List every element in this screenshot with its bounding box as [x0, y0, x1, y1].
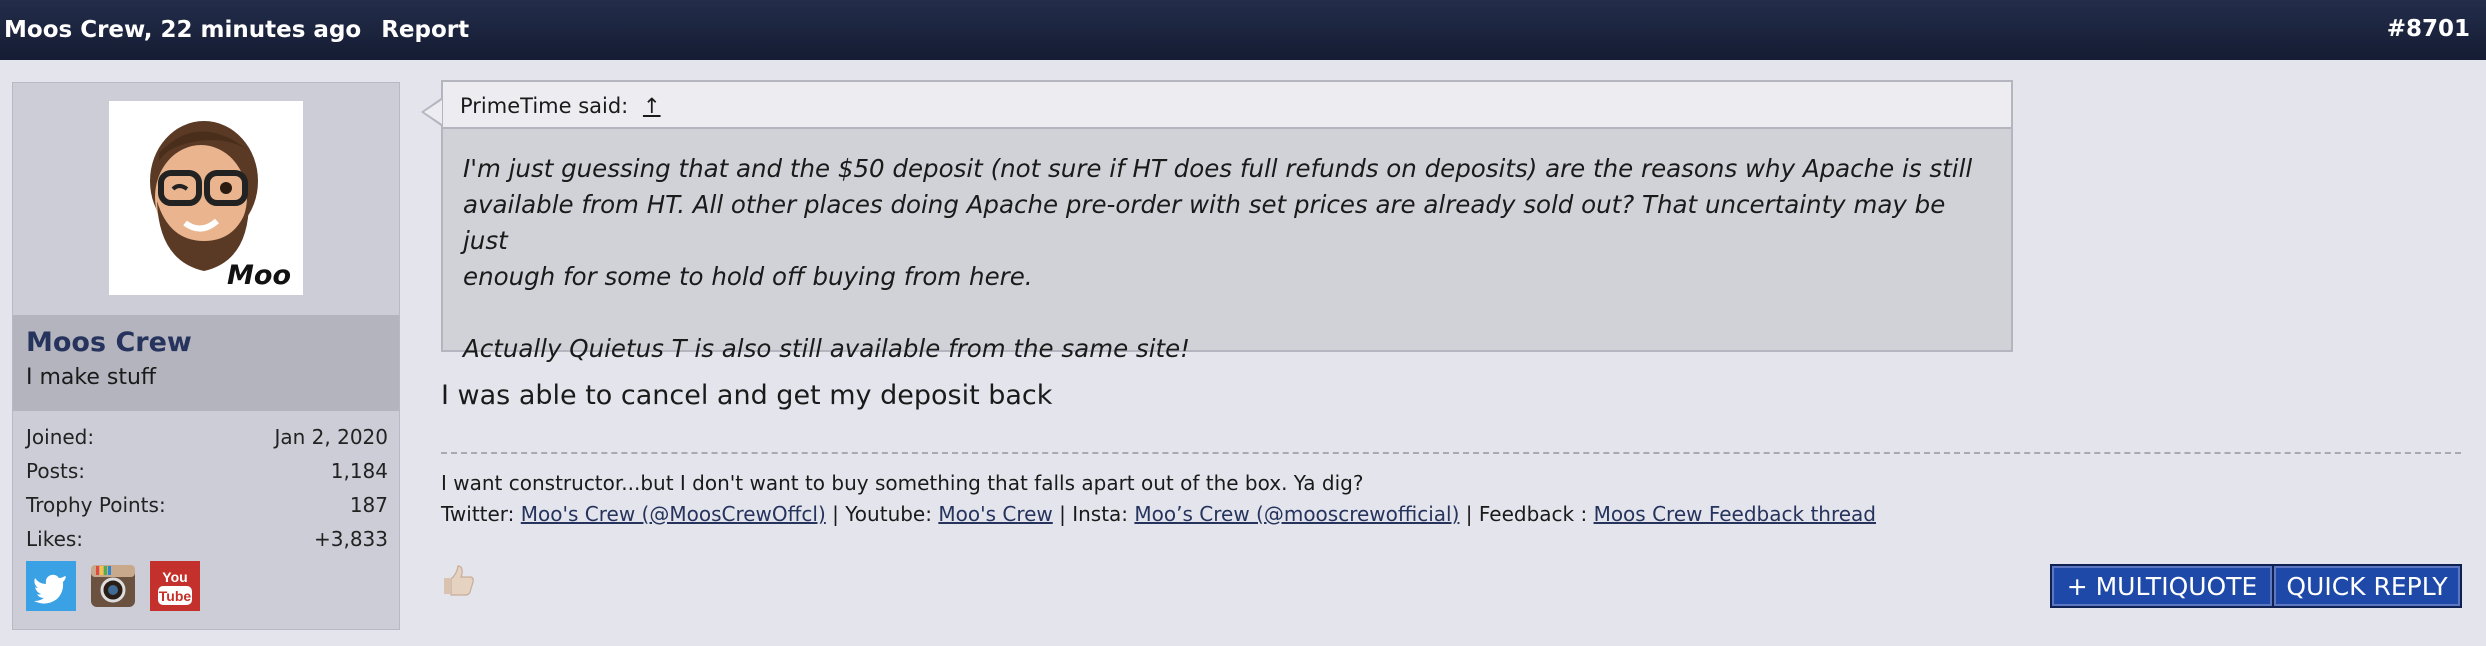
signature-divider [441, 452, 2461, 454]
stat-likes: Likes: +3,833 [26, 523, 388, 557]
user-title: I make stuff [26, 365, 157, 390]
svg-text:You: You [162, 569, 187, 585]
social-links: You Tube [26, 561, 200, 611]
quote-header: PrimeTime said: ↑ [443, 82, 2011, 129]
instagram-icon[interactable] [88, 561, 138, 611]
user-sidebar: Moo Moos Crew I make stuff Joined: Jan 2… [12, 82, 400, 630]
like-thumbs-up-icon[interactable] [440, 562, 476, 606]
post-number[interactable]: #8701 [2387, 16, 2470, 42]
avatar[interactable]: Moo [109, 101, 303, 295]
stat-value[interactable]: 187 [350, 493, 388, 517]
youtube-icon[interactable]: You Tube [150, 561, 200, 611]
post-header: Moos Crew, 22 minutes ago Report #8701 [0, 0, 2486, 60]
avatar-label: Moo [227, 260, 291, 291]
twitter-icon[interactable] [26, 561, 76, 611]
svg-text:Tube: Tube [159, 588, 192, 604]
quote-block: PrimeTime said: ↑ I'm just guessing that… [421, 80, 2013, 363]
stat-label: Trophy Points: [26, 493, 166, 517]
quick-reply-button[interactable]: QUICK REPLY [2272, 564, 2462, 608]
stat-joined: Joined: Jan 2, 2020 [26, 421, 388, 455]
twitter-label: Twitter: [441, 502, 521, 526]
stat-value: +3,833 [313, 527, 388, 551]
twitter-link[interactable]: Moo's Crew (@MoosCrewOffcl) [521, 502, 826, 526]
stat-trophy-points: Trophy Points: 187 [26, 489, 388, 523]
quote-author: PrimeTime said: [460, 94, 629, 118]
post-author-time[interactable]: Moos Crew, 22 minutes ago [4, 17, 361, 43]
stat-posts: Posts: 1,184 [26, 455, 388, 489]
post-message: I was able to cancel and get my deposit … [441, 380, 1053, 411]
multiquote-button[interactable]: + MULTIQUOTE [2050, 564, 2274, 608]
user-info: Moos Crew I make stuff [13, 315, 399, 411]
stat-value: Jan 2, 2020 [274, 425, 388, 449]
feedback-label: | Feedback : [1459, 502, 1594, 526]
signature-line: I want constructor...but I don't want to… [441, 471, 1364, 495]
instagram-link[interactable]: Moo’s Crew (@mooscrewofficial) [1134, 502, 1459, 526]
report-link[interactable]: Report [381, 17, 469, 43]
quote-jump-link[interactable]: ↑ [643, 94, 661, 118]
signature: I want constructor...but I don't want to… [441, 468, 1876, 530]
signature-links: Twitter: Moo's Crew (@MoosCrewOffcl) | Y… [441, 499, 1876, 530]
stat-label: Joined: [26, 425, 95, 449]
feedback-link[interactable]: Moos Crew Feedback thread [1594, 502, 1876, 526]
stat-value[interactable]: 1,184 [331, 459, 388, 483]
user-stats: Joined: Jan 2, 2020 Posts: 1,184 Trophy … [26, 421, 388, 557]
stat-label: Likes: [26, 527, 84, 551]
youtube-link[interactable]: Moo's Crew [938, 502, 1052, 526]
username[interactable]: Moos Crew [26, 327, 192, 358]
youtube-label: | Youtube: [825, 502, 939, 526]
insta-label: | Insta: [1052, 502, 1135, 526]
quote-text: I'm just guessing that and the $50 depos… [463, 154, 1973, 363]
stat-label: Posts: [26, 459, 86, 483]
